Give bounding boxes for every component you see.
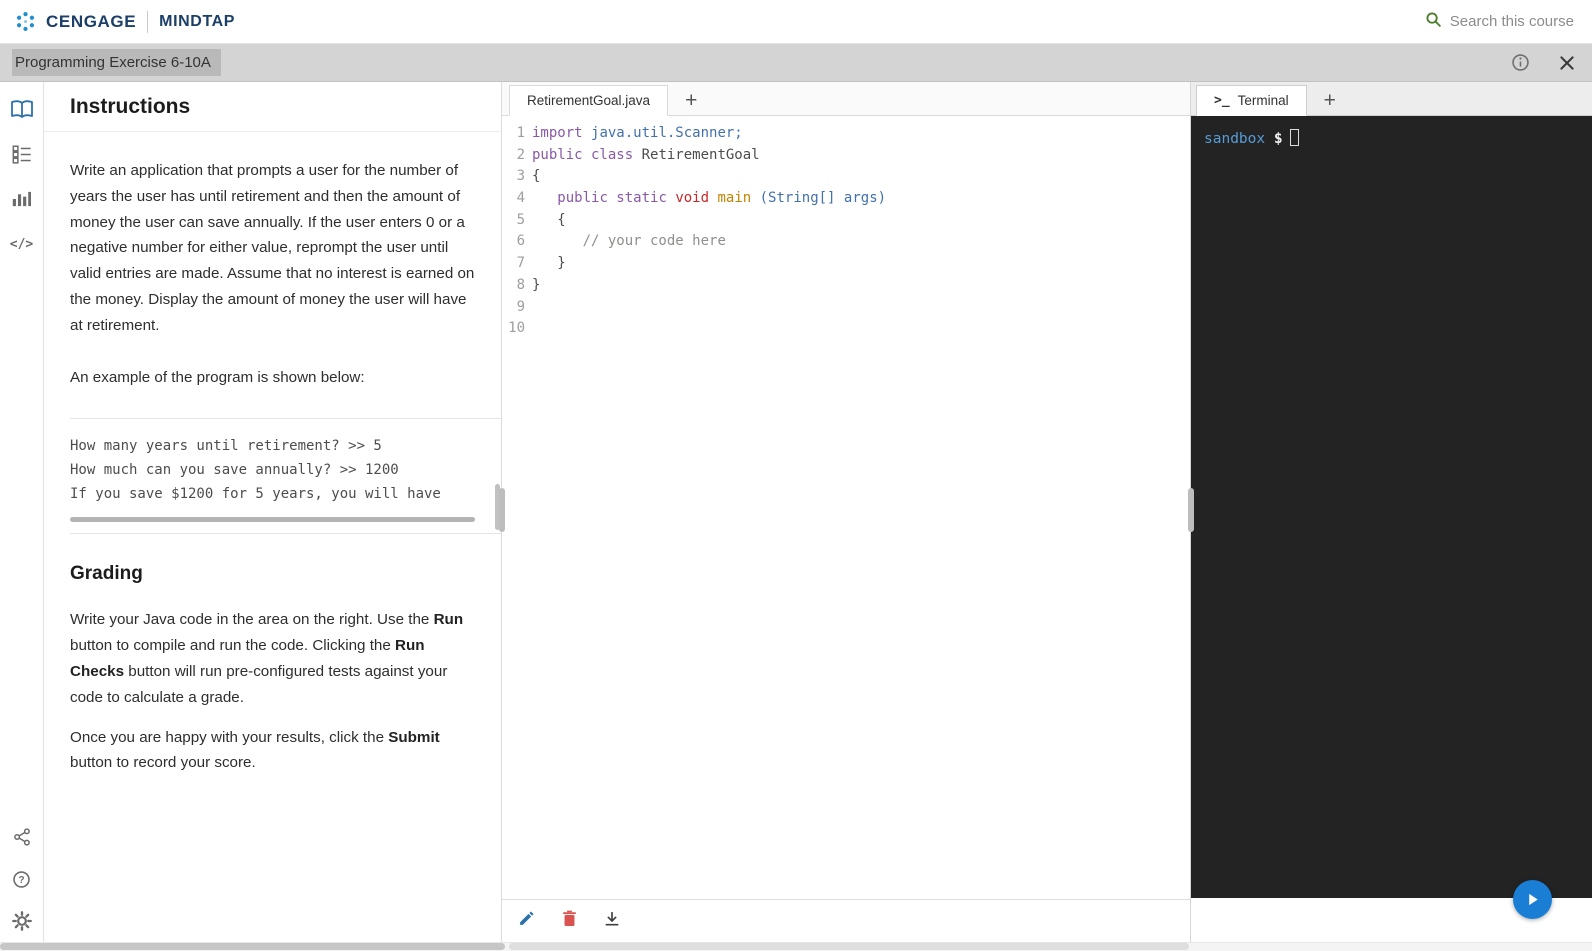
share-icon[interactable] bbox=[9, 824, 35, 850]
grading-paragraph-1: Write your Java code in the area on the … bbox=[70, 611, 464, 706]
code-line[interactable]: { bbox=[532, 166, 1190, 188]
terminal-panel: >_ Terminal + sandbox $ bbox=[1191, 82, 1592, 950]
code-icon[interactable]: </> bbox=[9, 231, 35, 257]
panel-resize-handle-right[interactable] bbox=[1188, 488, 1194, 532]
terminal-prompt-host: sandbox bbox=[1204, 131, 1266, 147]
new-terminal-button[interactable]: + bbox=[1324, 90, 1336, 111]
help-icon[interactable]: ? bbox=[9, 866, 35, 892]
example-output-block: How many years until retirement? >> 5 How… bbox=[70, 419, 473, 506]
run-play-button[interactable] bbox=[1513, 880, 1552, 919]
panel-resize-handle-left[interactable] bbox=[499, 488, 505, 532]
cengage-logo-icon bbox=[14, 10, 37, 33]
terminal-cursor bbox=[1289, 129, 1299, 146]
grading-heading: Grading bbox=[70, 563, 143, 585]
page-horizontal-scrollbar[interactable] bbox=[0, 942, 1592, 951]
terminal-prompt-symbol: $ bbox=[1273, 131, 1283, 147]
brand-area: CENGAGE MINDTAP bbox=[14, 10, 235, 33]
example-line: How much can you save annually? >> 1200 bbox=[70, 462, 399, 479]
code-line[interactable]: { bbox=[532, 210, 1190, 232]
new-file-button[interactable]: + bbox=[685, 90, 697, 111]
svg-text:?: ? bbox=[18, 874, 24, 885]
terminal-tab[interactable]: >_ Terminal bbox=[1196, 85, 1307, 116]
activity-title: Programming Exercise 6-10A bbox=[12, 49, 221, 76]
edit-pencil-icon[interactable] bbox=[518, 910, 535, 927]
code-line[interactable]: public class RetirementGoal bbox=[532, 145, 1190, 167]
brand-cengage: CENGAGE bbox=[46, 11, 137, 31]
grading-paragraph-2: Once you are happy with your results, cl… bbox=[70, 728, 440, 772]
bar-chart-icon[interactable] bbox=[9, 186, 35, 212]
info-icon[interactable] bbox=[1511, 53, 1530, 72]
terminal-console[interactable]: sandbox $ bbox=[1191, 116, 1592, 898]
code-line[interactable]: public static void main (String[] args) bbox=[532, 188, 1190, 210]
brand-mindtap: MINDTAP bbox=[159, 12, 236, 30]
code-line[interactable]: // your code here bbox=[532, 231, 1190, 253]
example-intro: An example of the program is shown below… bbox=[70, 368, 365, 386]
course-search[interactable]: Search this course bbox=[1425, 11, 1574, 33]
code-line[interactable]: import java.util.Scanner; bbox=[532, 123, 1190, 145]
main-content: </> ? Instructions Write an application … bbox=[0, 82, 1592, 950]
example-line: How many years until retirement? >> 5 bbox=[70, 438, 382, 455]
activity-title-bar: Programming Exercise 6-10A bbox=[0, 44, 1592, 82]
editor-body[interactable]: 1 2 3 4 5 6 7 8 9 10 import java.util.Scanner; pub… bbox=[502, 116, 1190, 899]
instructions-panel: Instructions Write an application that p… bbox=[44, 82, 502, 950]
instructions-paragraph: Write an application that prompts a user… bbox=[70, 162, 475, 334]
editor-tab-retirementgoal[interactable]: RetirementGoal.java bbox=[509, 85, 669, 116]
terminal-prompt-icon: >_ bbox=[1214, 93, 1230, 108]
delete-trash-icon[interactable] bbox=[562, 910, 577, 927]
example-horizontal-scrollbar[interactable] bbox=[70, 517, 475, 523]
download-icon[interactable] bbox=[604, 911, 620, 927]
editor-tab-label: RetirementGoal.java bbox=[527, 93, 651, 108]
line-number-gutter: 1 2 3 4 5 6 7 8 9 10 bbox=[508, 125, 525, 337]
gear-icon[interactable] bbox=[9, 908, 35, 934]
terminal-tab-bar: >_ Terminal + bbox=[1191, 82, 1592, 116]
code-line[interactable]: } bbox=[532, 253, 1190, 275]
editor-toolbar bbox=[502, 899, 1190, 937]
code-area[interactable]: import java.util.Scanner; public class Re… bbox=[532, 123, 1190, 899]
editor-tab-bar: RetirementGoal.java + bbox=[502, 82, 1190, 116]
terminal-tab-label: Terminal bbox=[1237, 93, 1289, 108]
code-line[interactable] bbox=[532, 318, 1190, 340]
divider bbox=[70, 533, 501, 535]
scrollbar-thumb[interactable] bbox=[0, 943, 505, 950]
open-book-icon[interactable] bbox=[9, 96, 35, 122]
top-header: CENGAGE MINDTAP Search this course bbox=[0, 0, 1592, 44]
code-line[interactable] bbox=[532, 297, 1190, 319]
brand-divider bbox=[147, 10, 149, 33]
code-editor-panel: RetirementGoal.java + 1 2 3 4 5 6 7 8 9 10 import… bbox=[502, 82, 1191, 950]
example-line: If you save $1200 for 5 years, you will … bbox=[70, 486, 441, 503]
search-icon bbox=[1425, 11, 1442, 33]
checklist-icon[interactable] bbox=[9, 141, 35, 167]
left-icon-rail: </> ? bbox=[0, 82, 44, 950]
close-icon[interactable] bbox=[1558, 54, 1576, 72]
instructions-heading: Instructions bbox=[70, 95, 191, 118]
code-line[interactable]: } bbox=[532, 275, 1190, 297]
search-label: Search this course bbox=[1449, 13, 1574, 30]
scrollbar-thumb[interactable] bbox=[509, 943, 1189, 950]
